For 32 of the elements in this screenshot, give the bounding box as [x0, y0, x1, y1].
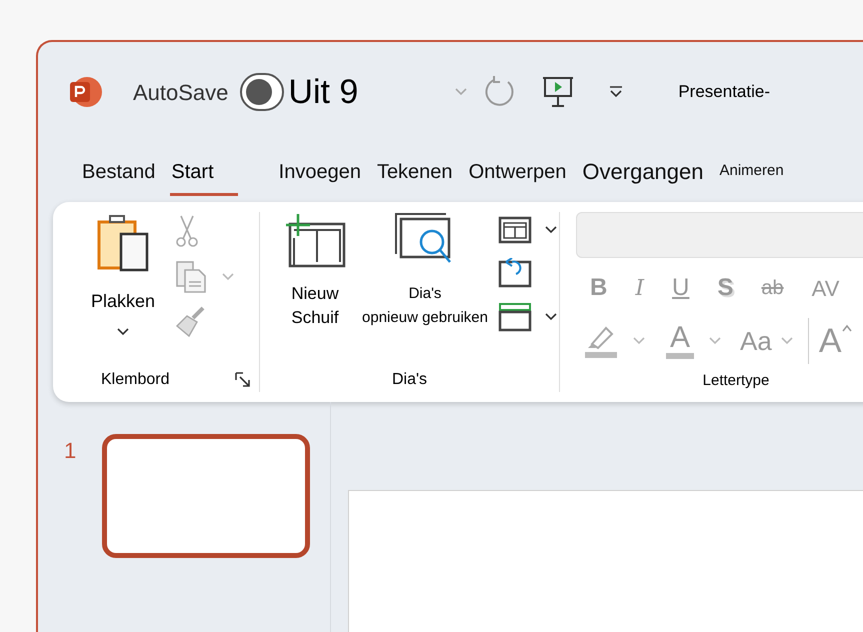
chevron-down-icon[interactable]: [116, 327, 130, 337]
chevron-down-icon[interactable]: [544, 225, 558, 235]
dialog-launcher-icon[interactable]: [235, 372, 251, 388]
document-title: Presentatie-: [678, 81, 770, 104]
ribbon-tab[interactable]: Invoegen: [278, 148, 362, 196]
ribbon-tab[interactable]: Start: [170, 148, 238, 196]
slide-number: 1: [64, 437, 76, 465]
ribbon-tab[interactable]: Tekenen: [376, 148, 454, 196]
group-label: Dia's: [392, 370, 428, 390]
layout-icon[interactable]: [498, 216, 532, 244]
autosave-label: AutoSave: [133, 78, 228, 106]
customize-toolbar-icon[interactable]: [608, 85, 624, 99]
group-label: Klembord: [101, 370, 170, 390]
reset-slide-icon[interactable]: [498, 258, 532, 288]
autosave-toggle[interactable]: [240, 73, 284, 111]
caret-up-icon: [842, 324, 852, 332]
group-label: Lettertype: [702, 370, 770, 390]
section-icon[interactable]: [498, 302, 532, 332]
app-logo-icon: [68, 75, 102, 109]
ribbon-tab[interactable]: Ontwerpen: [468, 148, 568, 196]
paste-label[interactable]: Plakken: [91, 288, 156, 315]
slide-thumbnail[interactable]: [102, 434, 310, 558]
ribbon-tab[interactable]: Overgangen: [581, 147, 704, 197]
ribbon-tab[interactable]: Animeren: [718, 152, 785, 192]
reuse-slides-button[interactable]: Dia's opnieuw gebruiken: [362, 282, 488, 330]
chevron-down-icon[interactable]: [544, 312, 558, 322]
font-name-field[interactable]: [576, 212, 863, 258]
slideshow-icon[interactable]: [542, 75, 574, 109]
new-slide-icon[interactable]: [284, 212, 346, 268]
ribbon-tab[interactable]: Bestand: [81, 148, 156, 196]
autosave-state: Uit 9: [288, 72, 358, 112]
new-slide-button[interactable]: Nieuw Schuif: [291, 282, 339, 330]
